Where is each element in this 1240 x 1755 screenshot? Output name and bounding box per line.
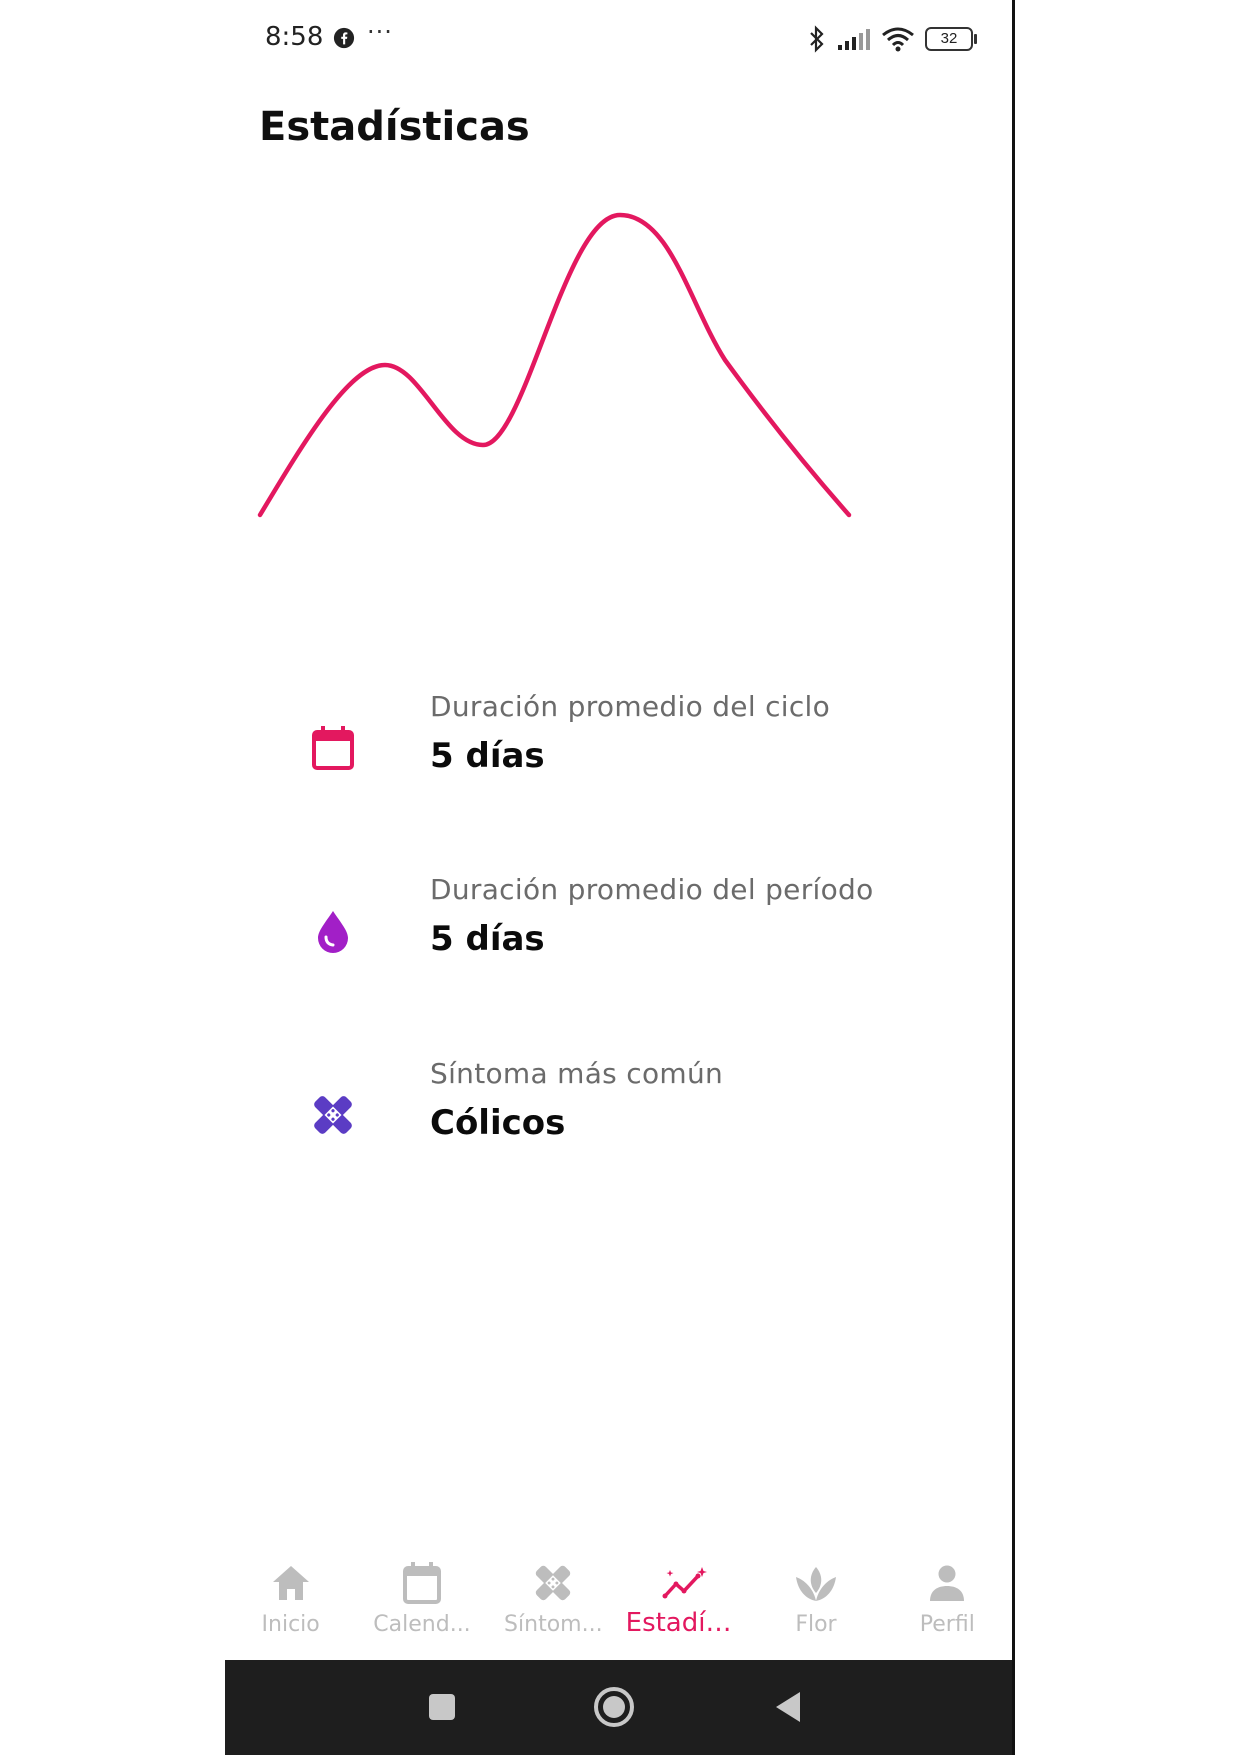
battery-indicator: 32 [925, 27, 977, 51]
nav-label: Síntom... [504, 1612, 603, 1637]
calendar-icon [402, 1562, 441, 1604]
system-navigation-bar [225, 1660, 1013, 1755]
nav-item-perfil[interactable]: Perfil [882, 1548, 1013, 1658]
stat-label: Duración promedio del período [430, 873, 874, 906]
status-time: 8:58 [265, 22, 324, 52]
nav-label: Estadíst... [625, 1608, 744, 1638]
bluetooth-icon [810, 25, 824, 53]
bandage-icon [314, 1096, 352, 1134]
nav-item-estadisticas[interactable]: Estadíst... [619, 1548, 750, 1658]
nav-label: Perfil [919, 1612, 975, 1637]
facebook-icon [333, 27, 355, 49]
person-icon [930, 1565, 965, 1601]
signal-icon [838, 29, 870, 50]
drop-icon [318, 911, 348, 953]
status-icons: 32 [807, 22, 977, 56]
cycle-chart [257, 212, 852, 518]
stat-value: 5 días [430, 736, 545, 776]
stat-period-length: Duración promedio del período 5 días [285, 873, 965, 983]
nav-item-calendario[interactable]: Calend... [356, 1548, 487, 1658]
nav-item-flor[interactable]: Flor [750, 1548, 881, 1658]
stat-value: Cólicos [430, 1103, 566, 1143]
screen-edge [1012, 0, 1015, 1755]
more-notifications: ··· [367, 18, 393, 46]
stat-label: Duración promedio del ciclo [430, 690, 831, 723]
nav-label: Inicio [261, 1612, 320, 1637]
nav-item-inicio[interactable]: Inicio [225, 1548, 356, 1658]
nav-label: Calend... [373, 1612, 471, 1637]
home-button[interactable] [591, 1684, 637, 1730]
stat-value: 5 días [430, 919, 545, 959]
cycle-chart-line [257, 212, 852, 518]
bottom-navigation: Inicio Calend... Síntom... Estadíst... F… [225, 1548, 1013, 1658]
page-title: Estadísticas [259, 104, 530, 150]
stat-label: Síntoma más común [430, 1057, 724, 1090]
square-icon [429, 1694, 455, 1720]
lotus-icon [795, 1567, 836, 1601]
bandage-icon [536, 1565, 571, 1601]
calendar-icon [312, 726, 354, 770]
phone-screen: 8:58 ··· 32 Estadísticas Duración promed… [225, 0, 1013, 1755]
stat-common-symptom: Síntoma más común Cólicos [285, 1057, 965, 1167]
nav-label: Flor [795, 1612, 837, 1637]
home-icon [272, 1566, 309, 1600]
recents-button[interactable] [419, 1684, 465, 1730]
back-button[interactable] [765, 1684, 811, 1730]
back-triangle-icon [776, 1692, 800, 1722]
stats-icon [662, 1567, 707, 1599]
wifi-icon [882, 27, 914, 52]
circle-icon [594, 1687, 634, 1727]
nav-item-sintomas[interactable]: Síntom... [488, 1548, 619, 1658]
stat-cycle-length: Duración promedio del ciclo 5 días [285, 690, 965, 800]
